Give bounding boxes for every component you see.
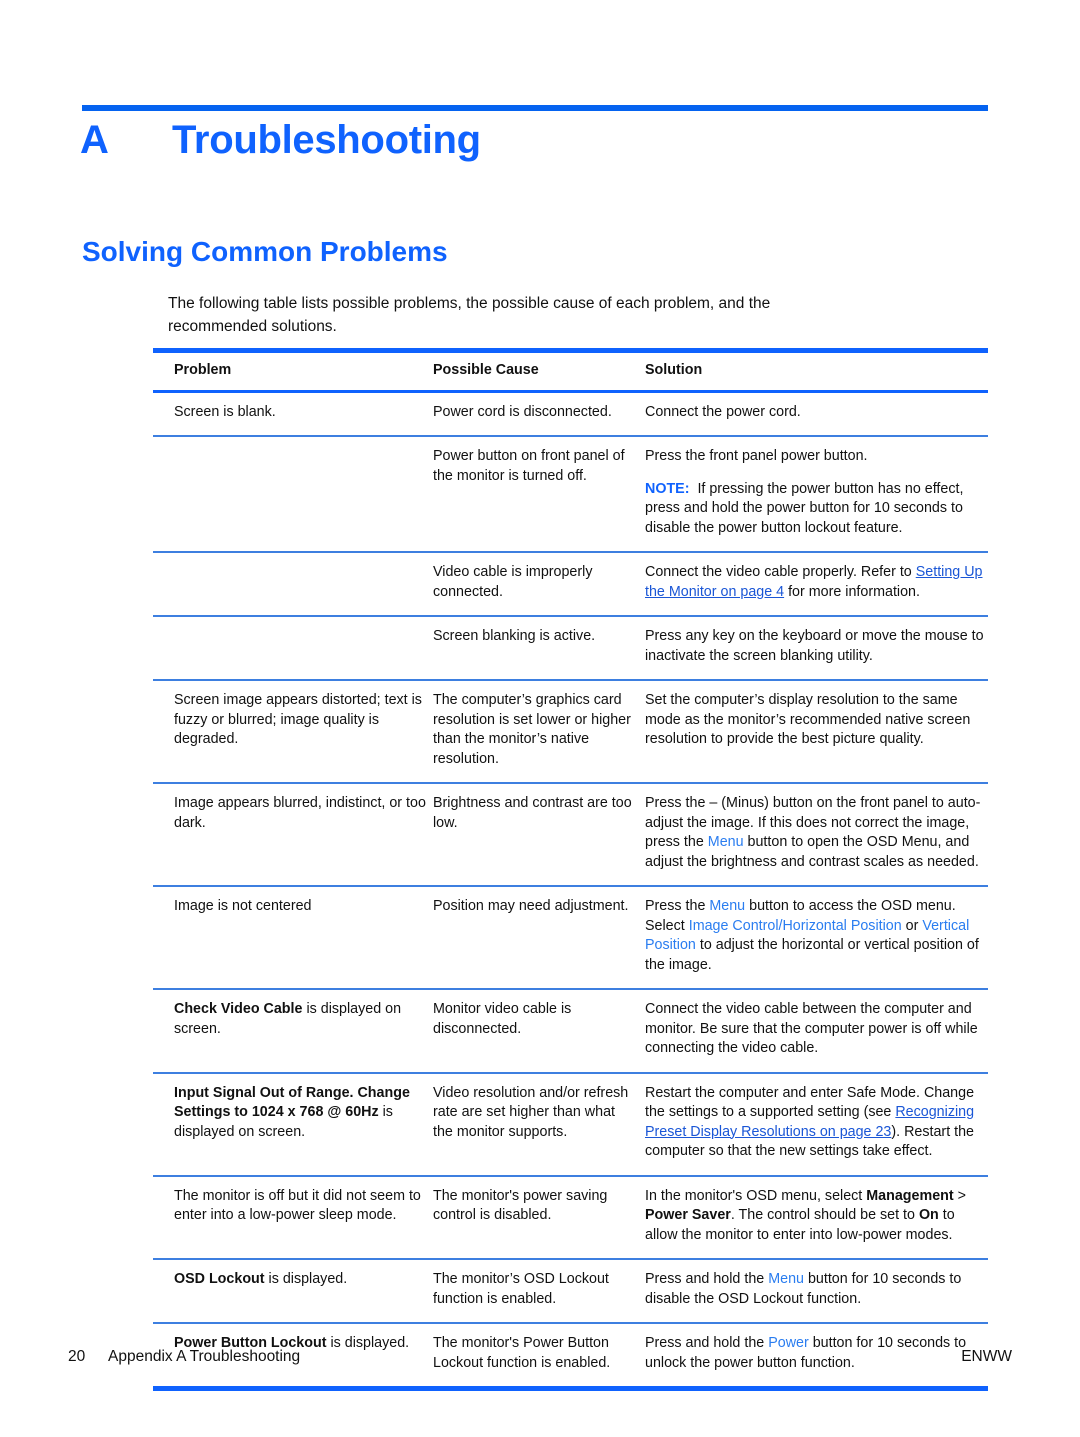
chapter-letter: A xyxy=(80,118,109,162)
cell-cause: Power cord is disconnected. xyxy=(433,403,612,420)
cell-problem: OSD Lockout is displayed. xyxy=(153,1270,433,1290)
table-row: The monitor is off but it did not seem t… xyxy=(153,1177,988,1259)
solution-text-pre: Connect the video cable properly. Refer … xyxy=(645,564,916,580)
cell-problem: Image is not centered xyxy=(174,898,312,914)
footer-title: Appendix A Troubleshooting xyxy=(108,1348,301,1365)
section-title: Solving Common Problems xyxy=(82,236,448,267)
chapter-title-text: Troubleshooting xyxy=(172,118,481,162)
cell-solution: Set the computer’s display resolution to… xyxy=(645,692,971,747)
solution-note: NOTE: If pressing the power button has n… xyxy=(645,480,984,539)
solution-text-mid: > xyxy=(953,1187,966,1204)
table-row: Check Video Cable is displayed on screen… xyxy=(153,990,988,1072)
solution-text-mid2: or xyxy=(901,917,923,934)
table-row: Screen is blank. Power cord is disconnec… xyxy=(153,393,988,436)
troubleshooting-table: Problem Possible Cause Solution Screen i… xyxy=(153,348,988,1391)
cell-cause: Monitor video cable is disconnected. xyxy=(433,1001,572,1037)
cell-problem: Image appears blurred, indistinct, or to… xyxy=(174,795,426,831)
cell-cause: Video cable is improperly connected. xyxy=(433,564,593,600)
table-row: Input Signal Out of Range. Change Settin… xyxy=(153,1074,988,1175)
cell-solution: Press and hold the Menu button for 10 se… xyxy=(645,1270,988,1309)
solution-bold-power-saver: Power Saver xyxy=(645,1207,731,1223)
cell-cause: The monitor’s OSD Lockout function is en… xyxy=(433,1271,609,1307)
solution-bold-on: On xyxy=(918,1207,939,1223)
cell-solution: Press the – (Minus) button on the front … xyxy=(645,794,988,872)
cell-cause: Brightness and contrast are too low. xyxy=(433,795,632,831)
solution-text: Press the front panel power button. xyxy=(645,448,868,464)
solution-text-post: to adjust the horizontal or vertical pos… xyxy=(645,937,979,973)
ui-reference-menu: Menu xyxy=(707,834,744,850)
table-row: Video cable is improperly connected. Con… xyxy=(153,553,988,615)
table-row: OSD Lockout is displayed. The monitor’s … xyxy=(153,1260,988,1322)
ui-reference-image-control: Image Control/Horizontal Position xyxy=(688,917,902,934)
cell-problem: Screen is blank. xyxy=(174,403,276,420)
cell-problem: Screen image appears distorted; text is … xyxy=(174,692,422,747)
cell-cause: Screen blanking is active. xyxy=(433,628,596,644)
table-row: Screen blanking is active. Press any key… xyxy=(153,617,988,679)
problem-bold-term: Input Signal Out of Range. Change Settin… xyxy=(174,1084,410,1121)
note-label: NOTE: xyxy=(645,480,690,497)
problem-bold-term: Check Video Cable xyxy=(174,1001,303,1017)
note-text: If pressing the power button has no effe… xyxy=(645,480,964,536)
solution-text-pre: In the monitor's OSD menu, select xyxy=(645,1187,867,1204)
table-row: Power button on front panel of the monit… xyxy=(153,437,988,551)
ui-reference-menu: Menu xyxy=(768,1271,804,1287)
table-bottom-rule xyxy=(153,1386,988,1391)
cell-solution: Press the front panel power button. NOTE… xyxy=(645,447,988,538)
column-header-solution: Solution xyxy=(645,362,703,378)
cell-cause: Power button on front panel of the monit… xyxy=(433,448,625,484)
table-header-row: Problem Possible Cause Solution xyxy=(153,353,988,390)
column-header-possible-cause: Possible Cause xyxy=(433,362,539,378)
problem-text-post: is displayed. xyxy=(264,1271,348,1287)
document-page: A Troubleshooting Solving Common Problems… xyxy=(0,0,1080,1437)
cell-solution: Press any key on the keyboard or move th… xyxy=(645,628,984,664)
ui-reference-menu: Menu xyxy=(709,898,746,914)
cell-solution: Connect the video cable properly. Refer … xyxy=(645,563,988,602)
cell-solution: In the monitor's OSD menu, select Manage… xyxy=(645,1187,988,1246)
cell-problem: Input Signal Out of Range. Change Settin… xyxy=(153,1084,433,1143)
table-row: Image appears blurred, indistinct, or to… xyxy=(153,784,988,885)
chapter-top-rule xyxy=(82,105,988,111)
cell-cause: Video resolution and/or refresh rate are… xyxy=(433,1084,629,1140)
solution-bold-management: Management xyxy=(866,1187,954,1204)
solution-text-pre: Press the xyxy=(645,898,710,914)
cell-solution: Connect the video cable between the comp… xyxy=(645,1001,978,1056)
cell-cause: The monitor's power saving control is di… xyxy=(433,1187,608,1224)
cell-cause: The computer’s graphics card resolution … xyxy=(433,692,631,767)
cell-solution: Restart the computer and enter Safe Mode… xyxy=(645,1084,988,1162)
page-footer: 20 Appendix A Troubleshooting ENWW xyxy=(68,1348,1012,1366)
problem-bold-term: OSD Lockout xyxy=(174,1271,265,1287)
cell-solution: Connect the power cord. xyxy=(645,403,801,420)
table-row: Screen image appears distorted; text is … xyxy=(153,681,988,782)
column-header-problem: Problem xyxy=(174,362,232,378)
table-row: Image is not centered Position may need … xyxy=(153,887,988,988)
solution-text-mid2: . The control should be set to xyxy=(730,1207,919,1223)
footer-locale: ENWW xyxy=(961,1348,1012,1365)
solution-text-post: for more information. xyxy=(784,583,920,600)
cell-problem: Check Video Cable is displayed on screen… xyxy=(153,1000,433,1039)
cell-solution: Press the Menu button to access the OSD … xyxy=(645,897,988,975)
cell-problem: The monitor is off but it did not seem t… xyxy=(174,1187,421,1224)
chapter-title: A Troubleshooting xyxy=(80,118,481,163)
cell-cause: Position may need adjustment. xyxy=(433,898,629,914)
intro-paragraph: The following table lists possible probl… xyxy=(168,295,771,335)
footer-page-number: 20 xyxy=(68,1348,86,1365)
solution-text-pre: Press and hold the xyxy=(645,1271,769,1287)
